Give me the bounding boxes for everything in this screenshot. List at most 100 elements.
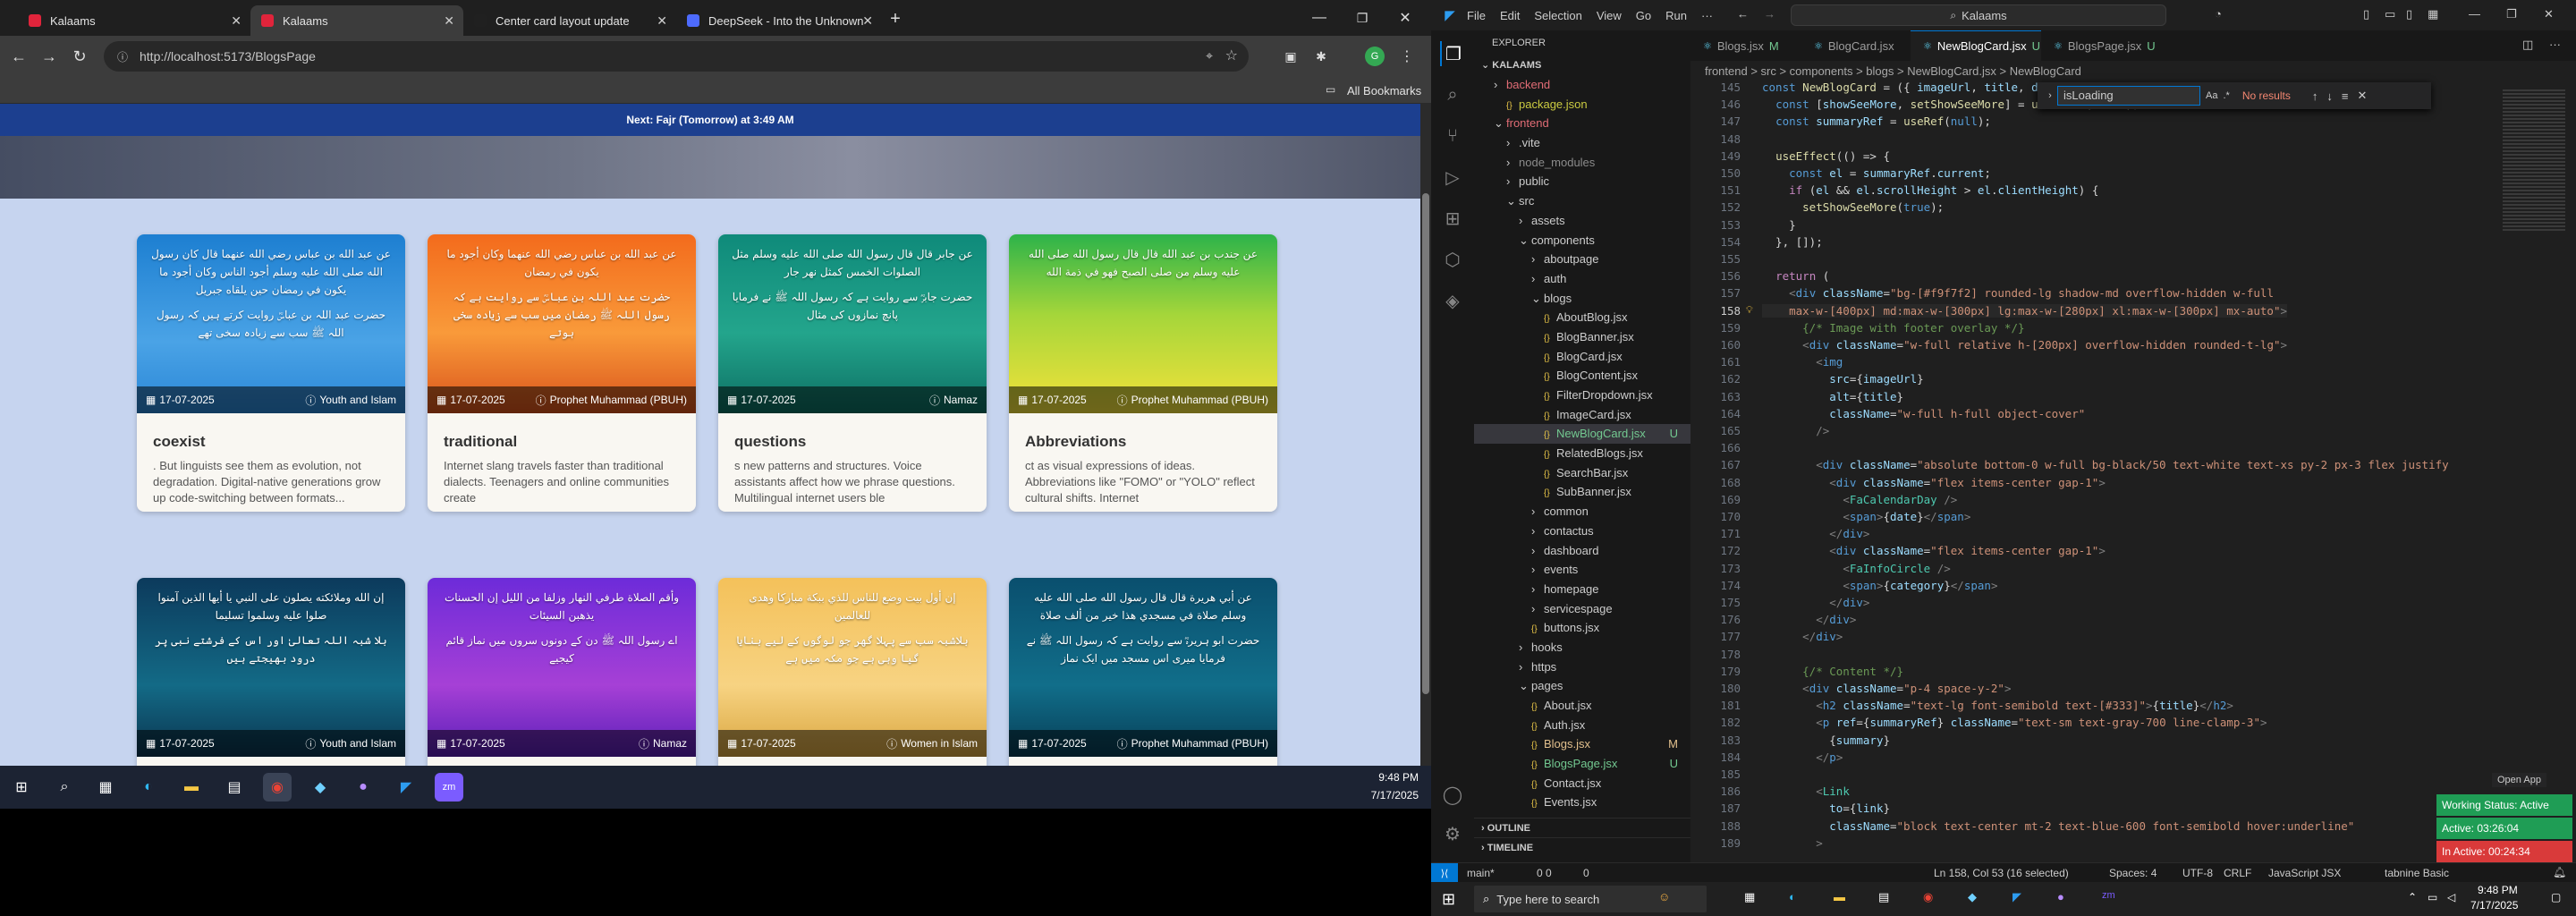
app-icon[interactable]: ◆ (306, 773, 335, 802)
find-close-icon[interactable]: ✕ (2357, 89, 2367, 103)
browser-tab[interactable]: Kalaams ✕ (18, 5, 250, 36)
widgets-icon[interactable]: ☺ (1658, 890, 1670, 903)
vs-close-icon[interactable]: ✕ (2544, 7, 2554, 21)
find-toggle-icon[interactable]: › (2043, 90, 2057, 101)
menu-item[interactable]: Edit (1500, 9, 1520, 22)
tray-chevron-icon[interactable]: ⌃ (2408, 891, 2417, 903)
tree-file[interactable]: {} package.json (1474, 95, 1690, 114)
code-line[interactable]: }, []); (1762, 235, 1823, 249)
app-right-icon[interactable]: ◆ (1968, 890, 1977, 904)
code-line[interactable]: <p ref={summaryRef} className="text-sm t… (1762, 716, 2267, 729)
remote-icon[interactable]: ⬡ (1440, 247, 1465, 272)
all-bookmarks-button[interactable]: All Bookmarks (1347, 84, 1421, 98)
profile-avatar[interactable]: G (1365, 47, 1385, 66)
status-position[interactable]: Ln 158, Col 53 (16 selected) (1934, 867, 2069, 879)
edge-icon[interactable]: ◐ (134, 773, 163, 802)
code-line[interactable]: {/* Content */} (1762, 665, 1903, 678)
outline-section[interactable]: › OUTLINE (1474, 818, 1690, 837)
code-line[interactable]: </div> (1762, 613, 1856, 626)
minimize-icon[interactable]: — (1306, 5, 1333, 30)
volume-icon[interactable]: ◁ (2447, 891, 2455, 903)
tree-file[interactable]: {} NewBlogCard.jsx U (1474, 424, 1690, 445)
tree-folder[interactable]: › servicespage (1474, 599, 1690, 619)
code-line[interactable]: {summary} (1762, 734, 1890, 747)
zoom-right-icon[interactable]: zm (2102, 890, 2115, 901)
tree-folder[interactable]: › .vite (1474, 133, 1690, 153)
code-line[interactable]: <Link (1762, 785, 1850, 798)
zoom-icon[interactable]: zm (435, 773, 463, 802)
find-input[interactable]: isLoading (2057, 86, 2200, 106)
tree-folder[interactable]: › public (1474, 172, 1690, 191)
code-line[interactable]: <span>{category}</span> (1762, 579, 1997, 592)
tree-folder[interactable]: › events (1474, 560, 1690, 580)
code-line[interactable]: max-w-[400px] md:max-w-[300px] lg:max-w-… (1762, 303, 2288, 318)
browser-tab[interactable]: DeepSeek - Into the Unknown ✕ (676, 5, 882, 36)
menu-item[interactable]: ··· (1701, 9, 1713, 22)
file-explorer-icon[interactable]: ▬ (177, 773, 206, 802)
tree-file[interactable]: {} ImageCard.jsx (1474, 405, 1690, 425)
tab-close-icon[interactable]: ✕ (444, 13, 454, 29)
forward-icon[interactable]: → (38, 45, 61, 68)
search-icon[interactable]: ⌕ (50, 773, 79, 802)
more-actions-icon[interactable]: ··· (2549, 38, 2561, 51)
tree-file[interactable]: {} SubBanner.jsx (1474, 482, 1690, 502)
lightbulb-icon[interactable]: 💡︎ (1746, 304, 1753, 317)
menu-item[interactable]: Selection (1534, 9, 1581, 22)
tab-close-icon[interactable]: ✕ (231, 13, 242, 29)
find-prev-icon[interactable]: ↑ (2312, 89, 2318, 103)
tree-file[interactable]: {} BlogContent.jsx (1474, 366, 1690, 386)
code-line[interactable]: <div className="w-full relative h-[200px… (1762, 338, 2287, 352)
remote-indicator-icon[interactable]: ⟩⟨ (1431, 863, 1458, 883)
status-encoding[interactable]: UTF-8 (2182, 867, 2213, 879)
timeline-section[interactable]: › TIMELINE (1474, 837, 1690, 857)
code-line[interactable]: to={link} (1762, 802, 1890, 815)
tree-file[interactable]: {} Blogs.jsx M (1474, 734, 1690, 754)
editor-tab[interactable]: ⚛ NewBlogCard.jsx U (1911, 30, 2041, 61)
tree-folder[interactable]: ⌄ components (1474, 231, 1690, 250)
tree-file[interactable]: {} BlogBanner.jsx (1474, 327, 1690, 347)
editor-tab[interactable]: ⚛ BlogsPage.jsx U (2041, 30, 2166, 61)
code-line[interactable]: <span>{date}</span> (1762, 510, 1970, 523)
tree-folder[interactable]: › homepage (1474, 580, 1690, 599)
tree-folder[interactable]: ⌄ src (1474, 191, 1690, 211)
location-icon[interactable]: ⌖ (1206, 48, 1213, 64)
network-icon[interactable]: ▭ (2428, 891, 2437, 903)
address-bar[interactable]: ⓘ http://localhost:5173/BlogsPage ⌖ ☆ (104, 41, 1249, 72)
tree-file[interactable]: {} BlogCard.jsx (1474, 347, 1690, 367)
code-line[interactable]: const summaryRef = useRef(null); (1762, 114, 1991, 128)
code-line[interactable]: <FaInfoCircle /> (1762, 562, 1950, 575)
tree-file[interactable]: {} Contact.jsx (1474, 774, 1690, 793)
code-line[interactable]: useEffect(() => { (1762, 149, 1890, 163)
task-view-icon[interactable]: ▦ (91, 773, 120, 802)
code-view[interactable]: 145 const NewBlogCard = ({ imageUrl, titl… (1690, 81, 2496, 850)
status-eol[interactable]: CRLF (2224, 867, 2251, 879)
explorer-icon[interactable]: ❐ (1440, 41, 1465, 66)
status-language[interactable]: JavaScript JSX (2268, 867, 2341, 879)
menu-item[interactable]: Go (1636, 9, 1651, 22)
code-line[interactable]: <FaCalendarDay /> (1762, 493, 1957, 506)
find-regex-icon[interactable]: .* (2223, 90, 2229, 101)
account-icon[interactable]: ◯ (1440, 782, 1465, 807)
tree-folder[interactable]: › common (1474, 502, 1690, 522)
extensions-puzzle-icon[interactable]: ✱ (1311, 47, 1331, 66)
vs-minimize-icon[interactable]: — (2469, 7, 2480, 21)
bookmark-star-icon[interactable]: ☆ (1225, 47, 1238, 64)
tree-file[interactable]: {} buttons.jsx (1474, 618, 1690, 638)
code-line[interactable]: } (1762, 218, 1796, 232)
taskview-right-icon[interactable]: ▦ (1744, 890, 1755, 904)
layout-sidebar-icon[interactable]: ▯ (2363, 7, 2369, 21)
code-line[interactable]: <div className="flex items-center gap-1"… (1762, 476, 2106, 489)
minimap[interactable] (2496, 81, 2576, 850)
command-center[interactable]: ⌕ Kalaams (1791, 4, 2166, 26)
tree-folder[interactable]: › assets (1474, 211, 1690, 231)
tree-folder[interactable]: ⌄ blogs (1474, 289, 1690, 309)
search-view-icon[interactable]: ⌕ (1440, 82, 1465, 107)
maximize-icon[interactable]: ❐ (1349, 5, 1376, 30)
code-line[interactable]: > (1762, 836, 1823, 850)
reload-icon[interactable]: ↻ (68, 45, 91, 68)
code-line[interactable]: </div> (1762, 527, 1869, 540)
copilot-icon[interactable]: ◔ (2215, 7, 2222, 21)
status-ports[interactable]: 0 (1583, 867, 1589, 879)
taskbar-search-box[interactable]: ⌕ Type here to search (1474, 886, 1707, 912)
tree-file[interactable]: {} AboutBlog.jsx (1474, 308, 1690, 327)
